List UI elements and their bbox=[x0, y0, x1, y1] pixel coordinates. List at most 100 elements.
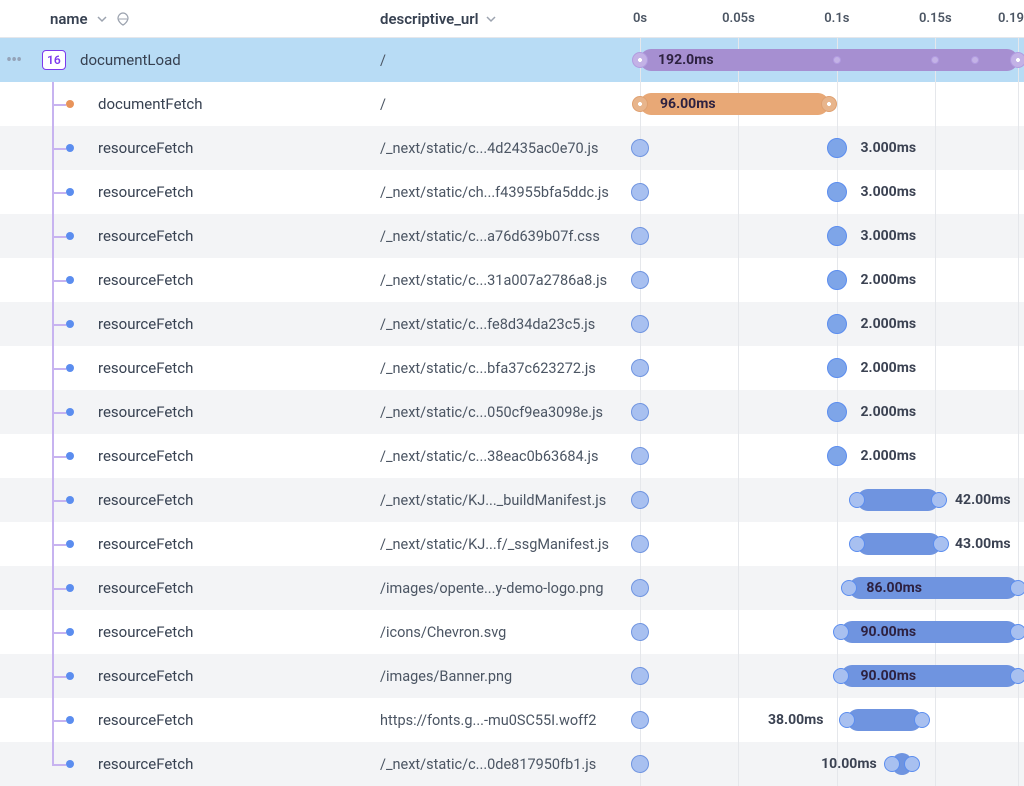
timeline-cell: 2.000ms bbox=[640, 390, 1018, 434]
column-header-url[interactable]: descriptive_url bbox=[380, 10, 640, 28]
trace-row[interactable]: resourceFetch/_next/static/c...31a007a27… bbox=[0, 258, 1024, 302]
event-marker[interactable] bbox=[631, 227, 649, 245]
duration-label: 2.000ms bbox=[861, 404, 917, 420]
trace-row[interactable]: resourceFetch/_next/static/KJ..._buildMa… bbox=[0, 478, 1024, 522]
event-marker[interactable] bbox=[631, 535, 649, 553]
trace-row[interactable]: resourceFetch/icons/Chevron.svg90.00ms bbox=[0, 610, 1024, 654]
trace-row[interactable]: resourceFetch/_next/static/c...bfa37c623… bbox=[0, 346, 1024, 390]
trace-row[interactable]: resourceFetchhttps://fonts.g...-mu0SC55I… bbox=[0, 698, 1024, 742]
duration-label: 42.00ms bbox=[955, 492, 1011, 508]
span-url: https://fonts.g...-mu0SC55I.woff2 bbox=[380, 712, 630, 729]
timeline-tick: 0s bbox=[633, 11, 647, 26]
event-marker[interactable] bbox=[631, 447, 649, 465]
trace-row[interactable]: •••16documentLoad/192.0ms bbox=[0, 38, 1024, 82]
event-marker[interactable] bbox=[631, 183, 649, 201]
trace-row[interactable]: resourceFetch/_next/static/c...fe8d34da2… bbox=[0, 302, 1024, 346]
tree-connector bbox=[52, 126, 82, 170]
span-url: /_next/static/c...a76d639b07f.css bbox=[380, 228, 630, 245]
event-marker[interactable] bbox=[631, 667, 649, 685]
tree-node-dot bbox=[66, 760, 74, 768]
tree-connector bbox=[52, 390, 82, 434]
span-name: documentFetch bbox=[98, 95, 203, 113]
event-marker[interactable] bbox=[631, 579, 649, 597]
duration-label: 96.00ms bbox=[660, 96, 716, 112]
duration-label: 86.00ms bbox=[866, 580, 922, 596]
timeline-cell: 42.00ms bbox=[640, 478, 1018, 522]
event-marker[interactable] bbox=[827, 226, 847, 246]
trace-row[interactable]: resourceFetch /_next/static/c...38eac0b63… bbox=[0, 434, 1024, 478]
tree-node-dot bbox=[66, 320, 74, 328]
filter-icon[interactable] bbox=[116, 12, 130, 26]
column-header-name[interactable]: name bbox=[0, 10, 380, 28]
tree-connector bbox=[52, 522, 82, 566]
tree-connector bbox=[52, 698, 82, 742]
event-marker[interactable] bbox=[827, 446, 847, 466]
trace-row[interactable]: resourceFetch/_next/static/ch...f43955bf… bbox=[0, 170, 1024, 214]
child-count-badge[interactable]: 16 bbox=[42, 50, 66, 70]
trace-row[interactable]: resourceFetch/_next/static/c...a76d639b0… bbox=[0, 214, 1024, 258]
event-marker[interactable] bbox=[631, 711, 649, 729]
timeline-tick: 0.192s bbox=[998, 11, 1024, 26]
event-marker[interactable] bbox=[631, 315, 649, 333]
timeline-cell: 90.00ms bbox=[640, 610, 1018, 654]
event-marker[interactable] bbox=[827, 402, 847, 422]
column-name-label: name bbox=[50, 10, 88, 28]
tree-connector bbox=[52, 566, 82, 610]
timeline-tick: 0.15s bbox=[919, 11, 952, 26]
duration-bar[interactable] bbox=[857, 489, 940, 511]
span-url: /_next/static/c...38eac0b63684.js bbox=[380, 448, 630, 465]
event-marker[interactable] bbox=[631, 403, 649, 421]
trace-row[interactable]: resourceFetch/_next/static/KJ...f/_ssgMa… bbox=[0, 522, 1024, 566]
tree-node-dot bbox=[66, 496, 74, 504]
event-marker[interactable] bbox=[827, 358, 847, 378]
span-name: resourceFetch bbox=[98, 139, 193, 157]
timeline-cell: 2.000ms bbox=[640, 346, 1018, 390]
timeline-cell: 3.000ms bbox=[640, 170, 1018, 214]
span-name: resourceFetch bbox=[98, 359, 193, 377]
trace-row[interactable]: resourceFetch/_next/static/c...050cf9ea3… bbox=[0, 390, 1024, 434]
tree-node-dot bbox=[66, 716, 74, 724]
timeline-cell: 192.0ms bbox=[640, 38, 1018, 82]
span-url: /images/Banner.png bbox=[380, 668, 630, 685]
event-marker[interactable] bbox=[827, 138, 847, 158]
trace-row[interactable]: resourceFetch/_next/static/c...4d2435ac0… bbox=[0, 126, 1024, 170]
event-marker[interactable] bbox=[631, 271, 649, 289]
tree-connector bbox=[52, 654, 82, 698]
timeline-cell: 10.00ms bbox=[640, 742, 1018, 786]
event-marker[interactable] bbox=[631, 359, 649, 377]
span-name: resourceFetch bbox=[98, 447, 193, 465]
timeline-cell: 3.000ms bbox=[640, 126, 1018, 170]
event-marker[interactable] bbox=[827, 270, 847, 290]
duration-bar[interactable] bbox=[857, 533, 942, 555]
event-marker[interactable] bbox=[631, 623, 649, 641]
duration-label: 3.000ms bbox=[861, 140, 917, 156]
trace-row[interactable]: resourceFetch/_next/static/c...0de817950… bbox=[0, 742, 1024, 786]
event-marker[interactable] bbox=[631, 755, 649, 773]
event-marker[interactable] bbox=[631, 139, 649, 157]
tree-node-dot bbox=[66, 232, 74, 240]
event-marker[interactable] bbox=[827, 182, 847, 202]
timeline-cell: 38.00ms bbox=[640, 698, 1018, 742]
timeline-cell: 2.000ms bbox=[640, 434, 1018, 478]
timeline-tick: 0.1s bbox=[824, 11, 849, 26]
trace-row[interactable]: resourceFetch/images/Banner.png90.00ms bbox=[0, 654, 1024, 698]
duration-label: 10.00ms bbox=[821, 756, 877, 772]
chevron-down-icon[interactable] bbox=[485, 13, 497, 25]
chevron-down-icon[interactable] bbox=[96, 13, 108, 25]
duration-bar[interactable] bbox=[847, 709, 922, 731]
tree-node-dot bbox=[66, 540, 74, 548]
row-actions-icon[interactable]: ••• bbox=[6, 50, 21, 71]
duration-label: 2.000ms bbox=[861, 448, 917, 464]
trace-row[interactable]: resourceFetch/images/opente...y-demo-log… bbox=[0, 566, 1024, 610]
tree-connector bbox=[52, 302, 82, 346]
tree-node-dot bbox=[66, 100, 74, 108]
duration-label: 2.000ms bbox=[861, 272, 917, 288]
duration-label: 2.000ms bbox=[861, 360, 917, 376]
tree-node-dot bbox=[66, 452, 74, 460]
event-marker[interactable] bbox=[631, 491, 649, 509]
tree-node-dot bbox=[66, 276, 74, 284]
trace-row[interactable]: documentFetch/96.00ms bbox=[0, 82, 1024, 126]
event-marker[interactable] bbox=[827, 314, 847, 334]
tree-node-dot bbox=[66, 628, 74, 636]
span-name: resourceFetch bbox=[98, 315, 193, 333]
